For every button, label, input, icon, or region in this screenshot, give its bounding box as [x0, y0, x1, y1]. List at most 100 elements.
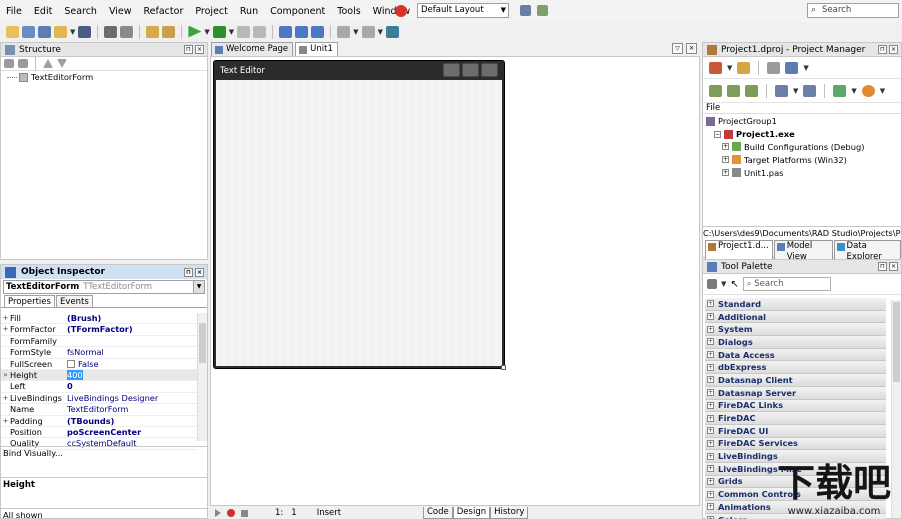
- checkbox[interactable]: [67, 359, 75, 368]
- save-all-icon[interactable]: [104, 25, 118, 38]
- bind-visually-link[interactable]: Bind Visually...: [1, 446, 207, 459]
- project-tree-item[interactable]: − Project1.exe: [703, 128, 901, 141]
- property-row[interactable]: FormStyle fsNormal: [1, 347, 197, 359]
- pointer-icon[interactable]: ↖: [730, 279, 738, 290]
- property-value[interactable]: fsNormal: [65, 347, 197, 357]
- categories-icon[interactable]: [707, 279, 717, 289]
- expand-icon[interactable]: +: [707, 401, 714, 409]
- expand-icon[interactable]: +: [707, 439, 714, 447]
- palette-category[interactable]: + FireDAC: [705, 412, 886, 425]
- property-row[interactable]: + FormFactor (TFormFactor): [1, 324, 197, 336]
- chevron-down-icon[interactable]: ▼: [204, 28, 209, 36]
- property-row[interactable]: FullScreen False: [1, 359, 197, 370]
- expand-icon[interactable]: [727, 84, 740, 97]
- property-scrollbar[interactable]: [197, 313, 207, 441]
- menu-run[interactable]: Run: [234, 6, 264, 17]
- property-value[interactable]: [65, 336, 197, 346]
- close-icon[interactable]: ×: [889, 262, 898, 271]
- expand-icon[interactable]: +: [707, 414, 714, 422]
- save-icon[interactable]: [78, 25, 92, 38]
- record-macro-icon[interactable]: [227, 509, 235, 517]
- new-icon[interactable]: [6, 25, 19, 38]
- palette-category[interactable]: + Standard: [705, 298, 886, 311]
- menu-component[interactable]: Component: [264, 6, 331, 17]
- tab-welcome-page[interactable]: Welcome Page: [211, 42, 294, 56]
- structure-tree-item[interactable]: TextEditorForm: [1, 71, 207, 84]
- property-value[interactable]: LiveBindings Designer: [65, 393, 197, 403]
- move-down-icon[interactable]: [57, 59, 67, 68]
- palette-category[interactable]: + FireDAC UI: [705, 424, 886, 438]
- tab-events[interactable]: Events: [55, 295, 93, 307]
- deploy-icon[interactable]: [833, 84, 847, 97]
- close-icon[interactable]: ×: [195, 267, 204, 277]
- palette-category[interactable]: + Data Access: [705, 348, 886, 362]
- expand-icon[interactable]: +: [707, 300, 714, 308]
- expand-icon[interactable]: +: [722, 169, 729, 177]
- palette-category[interactable]: + Datasnap Server: [705, 386, 886, 400]
- palette-category[interactable]: + Dialogs: [705, 336, 886, 349]
- expand-icon[interactable]: +: [1, 313, 10, 323]
- project-tree-item[interactable]: + Target Platforms (Win32): [703, 153, 901, 166]
- build-icon[interactable]: [803, 84, 817, 97]
- property-row[interactable]: Position poScreenCenter: [1, 427, 197, 439]
- chevron-down-icon[interactable]: ▼: [793, 87, 798, 95]
- run-until-return-icon[interactable]: [311, 25, 325, 38]
- property-row[interactable]: FormFamily: [1, 336, 197, 348]
- expand-icon[interactable]: +: [707, 351, 714, 359]
- menu-search[interactable]: Search: [58, 6, 103, 17]
- chevron-down-icon[interactable]: ▼: [880, 87, 885, 95]
- expand-icon[interactable]: +: [1, 393, 10, 403]
- tab-design[interactable]: Design: [452, 507, 491, 519]
- tab-history[interactable]: History: [490, 507, 529, 519]
- property-value[interactable]: (TBounds): [65, 416, 197, 426]
- chevron-down-icon[interactable]: ▼: [70, 28, 75, 36]
- pin-icon[interactable]: ⊓: [184, 267, 193, 277]
- project-tree-item[interactable]: + Build Configurations (Debug): [703, 141, 901, 154]
- back-icon[interactable]: [337, 25, 351, 38]
- project-tree-item[interactable]: + Unit1.pas: [703, 166, 901, 179]
- expand-icon[interactable]: +: [707, 363, 714, 371]
- new-form-icon[interactable]: [38, 25, 51, 38]
- palette-category[interactable]: + FireDAC Services: [705, 437, 886, 451]
- expand-icon[interactable]: +: [707, 427, 714, 435]
- property-row[interactable]: Left 0: [1, 381, 197, 393]
- menu-edit[interactable]: Edit: [28, 6, 58, 17]
- property-row[interactable]: Name TextEditorForm: [1, 404, 197, 416]
- property-value[interactable]: (TFormFactor): [65, 324, 197, 334]
- collapse-icon[interactable]: −: [714, 130, 721, 138]
- expand-icon[interactable]: +: [707, 325, 714, 333]
- forward-icon[interactable]: [361, 25, 375, 38]
- palette-category[interactable]: + System: [705, 323, 886, 337]
- pause-icon[interactable]: [237, 25, 251, 38]
- tab-properties[interactable]: Properties: [4, 295, 55, 307]
- expand-icon[interactable]: +: [707, 503, 714, 511]
- pin-icon[interactable]: ⊓: [878, 45, 887, 54]
- chevron-down-icon[interactable]: ▼: [353, 28, 358, 36]
- project-tree-item[interactable]: ProjectGroup1: [703, 115, 901, 128]
- tab-code[interactable]: Code: [423, 507, 453, 519]
- tab-unit1[interactable]: Unit1: [295, 42, 338, 56]
- run-without-debugging-icon[interactable]: [212, 25, 226, 38]
- close-icon[interactable]: ×: [889, 45, 898, 54]
- property-value[interactable]: TextEditorForm: [65, 404, 197, 414]
- ide-search-input[interactable]: ⌕ Search: [807, 3, 899, 18]
- step-over-icon[interactable]: [295, 25, 309, 38]
- trace-into-icon[interactable]: [279, 25, 293, 38]
- chevron-down-icon[interactable]: ▼: [193, 281, 204, 293]
- scroll-thumb[interactable]: [199, 323, 206, 363]
- stop-macro-icon[interactable]: [241, 509, 248, 517]
- menu-file[interactable]: File: [0, 6, 28, 17]
- expand-icon[interactable]: +: [707, 313, 714, 321]
- expand-icon[interactable]: +: [707, 338, 714, 346]
- folder-icon[interactable]: [4, 59, 14, 68]
- scroll-thumb[interactable]: [893, 302, 900, 382]
- sort-icon[interactable]: [775, 84, 788, 97]
- close-icon[interactable]: ×: [195, 45, 204, 54]
- property-row[interactable]: + Padding (TBounds): [1, 416, 197, 427]
- property-value[interactable]: 400: [65, 369, 197, 380]
- layout-settings-icon[interactable]: [537, 5, 548, 16]
- property-value[interactable]: (Brush): [65, 313, 197, 323]
- chevron-down-icon[interactable]: ▼: [851, 87, 856, 95]
- menu-view[interactable]: View: [103, 6, 138, 17]
- collapse-icon[interactable]: [745, 84, 758, 97]
